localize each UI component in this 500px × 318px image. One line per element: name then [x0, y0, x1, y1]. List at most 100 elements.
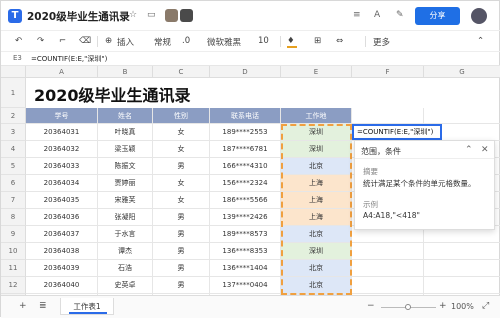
sheet-tab[interactable]: 工作表1	[60, 298, 114, 315]
row-header[interactable]: 12	[1, 277, 26, 294]
table-cell[interactable]: 156****2324	[210, 175, 281, 192]
decimal-button[interactable]: .0	[182, 36, 190, 46]
column-header-b[interactable]: B	[98, 66, 153, 78]
table-cell[interactable]: 137****0404	[210, 277, 281, 294]
row-header[interactable]: 2	[1, 108, 26, 124]
table-cell[interactable]: 136****1404	[210, 260, 281, 277]
table-cell[interactable]: 男	[153, 277, 210, 294]
table-cell[interactable]: 北京	[281, 277, 352, 294]
share-button[interactable]: 分享	[415, 7, 460, 25]
insert-icon[interactable]: ⊕	[105, 36, 112, 46]
table-cell[interactable]: 上海	[281, 175, 352, 192]
formula-input[interactable]: =COUNTIF(E:E,"深圳")	[31, 54, 107, 64]
user-avatar[interactable]	[471, 8, 487, 24]
table-cell[interactable]: 张凝阳	[98, 209, 153, 226]
table-cell[interactable]	[352, 243, 424, 260]
table-cell[interactable]: 北京	[281, 226, 352, 243]
row-header[interactable]: 3	[1, 124, 26, 141]
table-cell[interactable]: 189****8573	[210, 226, 281, 243]
table-cell[interactable]: 深圳	[281, 124, 352, 141]
more-menu[interactable]: 更多	[373, 36, 390, 48]
table-cell[interactable]: 深圳	[281, 243, 352, 260]
table-cell[interactable]: 20364031	[26, 124, 98, 141]
row-header[interactable]: 5	[1, 158, 26, 175]
table-cell[interactable]: 上海	[281, 209, 352, 226]
document-title[interactable]: 2020级毕业生通讯录	[27, 9, 130, 24]
number-format-select[interactable]: 常规	[154, 36, 171, 48]
row-header[interactable]: 10	[1, 243, 26, 260]
merge-icon[interactable]: ⇔	[336, 36, 343, 46]
table-cell[interactable]: 女	[153, 141, 210, 158]
row-header[interactable]: 4	[1, 141, 26, 158]
table-header-cell[interactable]: 学号	[26, 108, 98, 124]
column-header-a[interactable]: A	[26, 66, 98, 78]
table-cell[interactable]: 20364037	[26, 226, 98, 243]
zoom-level[interactable]: 100%	[451, 302, 474, 311]
sheet-title[interactable]: 2020级毕业生通讯录	[34, 82, 191, 106]
row-header[interactable]: 6	[1, 175, 26, 192]
table-cell[interactable]: 189****2553	[210, 124, 281, 141]
table-cell[interactable]: 男	[153, 260, 210, 277]
redo-icon[interactable]: ↷	[37, 36, 44, 46]
table-cell[interactable]: 187****6781	[210, 141, 281, 158]
table-cell[interactable]: 166****4310	[210, 158, 281, 175]
table-cell[interactable]	[424, 260, 500, 277]
table-cell[interactable]: 石浩	[98, 260, 153, 277]
table-header-cell[interactable]: 性别	[153, 108, 210, 124]
pen-icon[interactable]: ✎	[396, 10, 404, 20]
table-cell[interactable]: 宋雅芙	[98, 192, 153, 209]
column-header-f[interactable]: F	[352, 66, 424, 78]
table-cell[interactable]	[352, 108, 424, 124]
border-icon[interactable]: ⊞	[314, 36, 321, 46]
cell-reference[interactable]: E3	[13, 54, 22, 62]
table-cell[interactable]: 男	[153, 226, 210, 243]
zoom-out-icon[interactable]: −	[367, 301, 375, 311]
folder-icon[interactable]: ▭	[147, 10, 156, 20]
close-icon[interactable]: ✕	[481, 145, 489, 155]
table-cell[interactable]: 北京	[281, 260, 352, 277]
table-cell[interactable]	[424, 277, 500, 294]
row-header[interactable]: 9	[1, 226, 26, 243]
table-cell[interactable]: 深圳	[281, 141, 352, 158]
table-cell[interactable]: 男	[153, 243, 210, 260]
zoom-in-icon[interactable]: +	[439, 301, 447, 311]
row-header[interactable]: 8	[1, 209, 26, 226]
zoom-slider-handle[interactable]	[405, 304, 411, 310]
font-size-select[interactable]: 10	[258, 36, 269, 46]
table-cell[interactable]: 20364040	[26, 277, 98, 294]
row-header[interactable]: 1	[1, 78, 26, 108]
table-cell[interactable]: 20364032	[26, 141, 98, 158]
column-header-g[interactable]: G	[424, 66, 500, 78]
table-cell[interactable]: 贾婷丽	[98, 175, 153, 192]
table-cell[interactable]: 男	[153, 158, 210, 175]
table-cell[interactable]	[352, 260, 424, 277]
table-cell[interactable]: 陈振文	[98, 158, 153, 175]
table-cell[interactable]: 136****8353	[210, 243, 281, 260]
font-family-select[interactable]: 微软雅黑	[207, 36, 241, 48]
table-cell[interactable]: 186****5566	[210, 192, 281, 209]
table-header-cell[interactable]: 姓名	[98, 108, 153, 124]
chevron-up-icon[interactable]: ⌃	[465, 145, 473, 155]
table-cell[interactable]: 20364038	[26, 243, 98, 260]
table-cell[interactable]	[424, 108, 500, 124]
row-header[interactable]: 7	[1, 192, 26, 209]
table-cell[interactable]: 谭杰	[98, 243, 153, 260]
table-header-cell[interactable]: 工作地	[281, 108, 352, 124]
table-cell[interactable]: 梁玉颖	[98, 141, 153, 158]
undo-icon[interactable]: ↶	[15, 36, 22, 46]
table-cell[interactable]: 于水言	[98, 226, 153, 243]
menu-icon[interactable]: ≡	[353, 10, 361, 20]
column-header-c[interactable]: C	[153, 66, 210, 78]
table-cell[interactable]	[424, 243, 500, 260]
insert-menu[interactable]: 插入	[117, 36, 134, 48]
table-cell[interactable]: 女	[153, 192, 210, 209]
column-header-d[interactable]: D	[210, 66, 281, 78]
fill-color-icon[interactable]: ♦	[287, 36, 295, 46]
table-cell[interactable]: 20364039	[26, 260, 98, 277]
table-cell[interactable]: 20364035	[26, 192, 98, 209]
select-all-corner[interactable]	[1, 66, 26, 78]
table-cell[interactable]: 20364034	[26, 175, 98, 192]
table-cell[interactable]	[352, 277, 424, 294]
table-cell[interactable]: 北京	[281, 158, 352, 175]
column-header-e[interactable]: E	[281, 66, 352, 78]
